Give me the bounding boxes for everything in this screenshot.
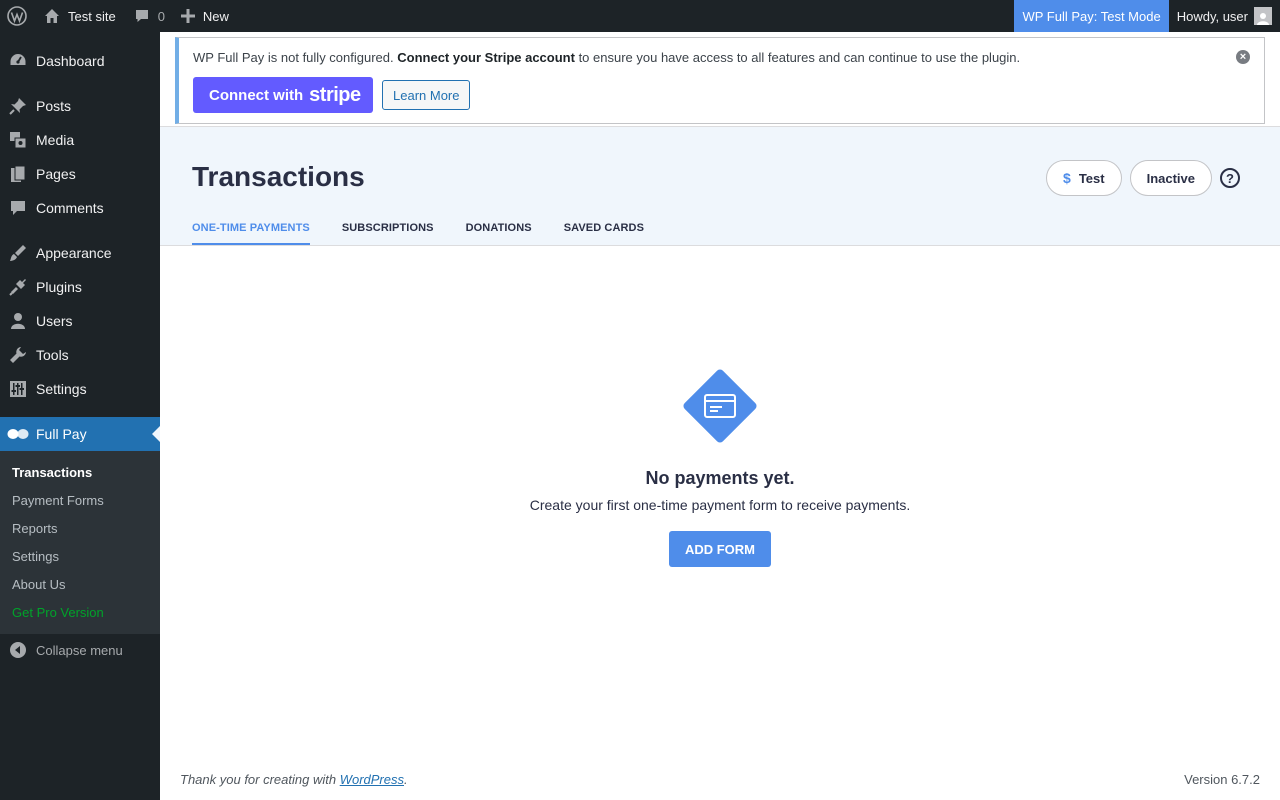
notice-text-bold: Connect your Stripe account	[397, 50, 575, 65]
tab-subscriptions[interactable]: SUBSCRIPTIONS	[342, 222, 434, 245]
learn-more-button[interactable]: Learn More	[382, 80, 471, 110]
test-mode-indicator[interactable]: WP Full Pay: Test Mode	[1014, 0, 1169, 32]
collapse-menu-label: Collapse menu	[36, 642, 123, 658]
transaction-tabs: ONE-TIME PAYMENTS SUBSCRIPTIONS DONATION…	[192, 222, 676, 245]
notice-text-before: WP Full Pay is not fully configured.	[193, 50, 398, 65]
comment-icon	[0, 199, 36, 217]
comment-bubble-icon	[134, 8, 150, 24]
site-name-link[interactable]: Test site	[34, 0, 124, 32]
submenu-item-payment-forms[interactable]: Payment Forms	[0, 486, 160, 514]
footer-version: Version 6.7.2	[1184, 772, 1260, 787]
footer-thanks-suffix: .	[404, 772, 408, 787]
comments-count: 0	[157, 8, 165, 24]
tab-one-time-payments[interactable]: ONE-TIME PAYMENTS	[192, 222, 310, 245]
tab-saved-cards[interactable]: SAVED CARDS	[564, 222, 644, 245]
sidebar-item-label: Appearance	[36, 245, 112, 261]
sidebar-item-label: Posts	[36, 98, 72, 114]
admin-bar: Test site 0 New WP Full Pay: Test Mode H…	[0, 0, 1280, 32]
sidebar-item-pages[interactable]: Pages	[0, 157, 160, 191]
avatar	[1254, 7, 1272, 25]
sidebar-item-label: Media	[36, 132, 75, 148]
dismiss-notice-icon[interactable]: ×	[1236, 50, 1250, 64]
pin-icon	[0, 97, 36, 115]
page-title: Transactions	[192, 161, 365, 192]
notice-text: WP Full Pay is not fully configured. Con…	[193, 50, 1264, 65]
inactive-pill[interactable]: Inactive	[1129, 160, 1212, 196]
tab-donations[interactable]: DONATIONS	[466, 222, 532, 245]
sidebar-item-appearance[interactable]: Appearance	[0, 236, 160, 270]
home-icon	[44, 8, 60, 24]
submenu-item-get-pro[interactable]: Get Pro Version	[0, 598, 160, 626]
wordpress-link[interactable]: WordPress	[340, 772, 404, 787]
collapse-arrow-icon	[0, 642, 36, 658]
test-mode-pill[interactable]: $ Test	[1046, 160, 1122, 196]
plus-icon	[180, 9, 195, 23]
howdy-label: Howdy, user	[1176, 8, 1248, 24]
wrench-icon	[0, 346, 36, 364]
sidebar-item-settings[interactable]: Settings	[0, 372, 160, 406]
admin-sidebar: Dashboard Posts Media Pages Comments App…	[0, 32, 160, 800]
stripe-wordmark: stripe	[309, 83, 361, 106]
footer-thanks: Thank you for creating with WordPress.	[180, 772, 408, 787]
dashboard-icon	[0, 52, 36, 70]
sidebar-item-label: Dashboard	[36, 53, 105, 69]
sidebar-item-label: Plugins	[36, 279, 82, 295]
pages-icon	[0, 165, 36, 183]
stripe-s-icon: $	[1063, 170, 1071, 186]
sidebar-item-plugins[interactable]: Plugins	[0, 270, 160, 304]
wordpress-logo-icon[interactable]	[0, 0, 34, 32]
help-icon[interactable]: ?	[1220, 168, 1240, 188]
new-label: New	[202, 8, 229, 24]
sidebar-item-users[interactable]: Users	[0, 304, 160, 338]
sidebar-item-full-pay[interactable]: Full Pay	[0, 417, 160, 451]
user-icon	[0, 312, 36, 330]
sidebar-item-label: Tools	[36, 347, 69, 363]
fullpay-logo-icon	[0, 427, 36, 441]
media-icon	[0, 131, 36, 149]
sidebar-item-media[interactable]: Media	[0, 123, 160, 157]
submenu-item-reports[interactable]: Reports	[0, 514, 160, 542]
comments-link[interactable]: 0	[124, 0, 173, 32]
sidebar-item-label: Full Pay	[36, 426, 87, 442]
connect-label: Connect with	[209, 86, 304, 104]
footer-thanks-prefix: Thank you for creating with	[180, 772, 340, 787]
stripe-config-notice: WP Full Pay is not fully configured. Con…	[175, 37, 1265, 124]
submenu-item-about-us[interactable]: About Us	[0, 570, 160, 598]
sidebar-item-label: Pages	[36, 166, 76, 182]
sidebar-item-dashboard[interactable]: Dashboard	[0, 44, 160, 78]
my-account-link[interactable]: Howdy, user	[1169, 0, 1280, 32]
plug-icon	[0, 278, 36, 296]
new-content-link[interactable]: New	[173, 0, 237, 32]
empty-state-title: No payments yet.	[645, 468, 795, 488]
sidebar-item-label: Comments	[36, 200, 104, 216]
paintbrush-icon	[0, 244, 36, 262]
collapse-menu-button[interactable]: Collapse menu	[0, 634, 160, 666]
sidebar-item-posts[interactable]: Posts	[0, 89, 160, 123]
empty-payment-card-icon	[681, 367, 759, 445]
sidebar-item-label: Users	[36, 313, 73, 329]
full-pay-submenu: Transactions Payment Forms Reports Setti…	[0, 451, 160, 634]
sliders-icon	[0, 380, 36, 398]
site-name-label: Test site	[68, 8, 116, 24]
connect-stripe-button[interactable]: Connect with stripe	[193, 77, 373, 113]
test-pill-label: Test	[1078, 170, 1105, 186]
page-header: Transactions $ Test Inactive ? ONE-TIME …	[160, 126, 1280, 246]
sidebar-item-comments[interactable]: Comments	[0, 191, 160, 225]
sidebar-item-label: Settings	[36, 381, 87, 397]
notice-text-after: to ensure you have access to all feature…	[574, 50, 1021, 65]
submenu-item-transactions[interactable]: Transactions	[0, 458, 160, 486]
empty-state-description: Create your first one-time payment form …	[529, 497, 911, 513]
sidebar-item-tools[interactable]: Tools	[0, 338, 160, 372]
submenu-item-settings[interactable]: Settings	[0, 542, 160, 570]
add-form-button[interactable]: ADD FORM	[669, 531, 771, 567]
